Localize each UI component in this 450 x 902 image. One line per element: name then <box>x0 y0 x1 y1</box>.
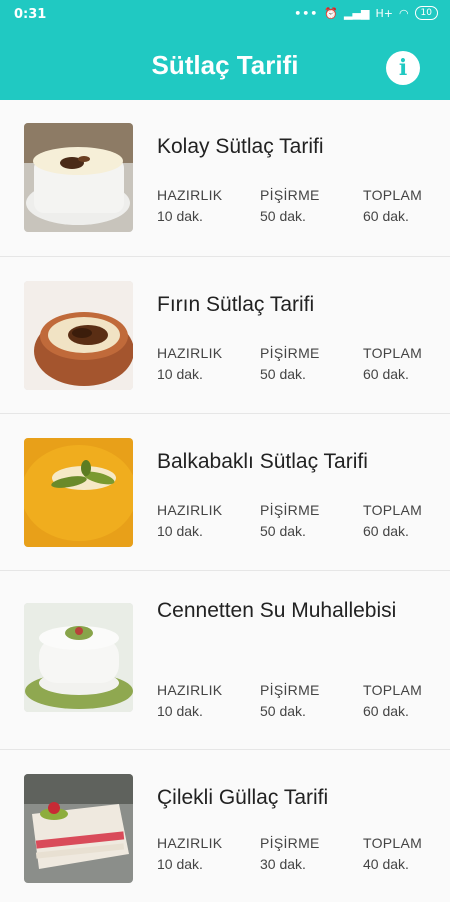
total-stat: TOPLAM 60 dak. <box>363 187 450 224</box>
recipe-image <box>24 603 133 712</box>
status-bar: 0:31 ••• ⏰ ▂▄▆ H+ ◠ 10 <box>0 0 450 32</box>
prep-stat: HAZIRLIK 10 dak. <box>157 502 260 539</box>
status-time: 0:31 <box>14 7 47 22</box>
cook-value: 50 dak. <box>260 208 306 224</box>
info-button[interactable]: i <box>386 51 420 85</box>
recipe-item[interactable]: Çilekli Güllaç Tarifi HAZIRLIK 10 dak. Pİ… <box>0 750 450 902</box>
total-label: TOPLAM <box>363 835 423 851</box>
total-label: TOPLAM <box>363 502 423 518</box>
cook-stat: PİŞİRME 30 dak. <box>260 835 363 872</box>
recipe-stats: HAZIRLIK 10 dak. PİŞİRME 50 dak. TOPLAM 60 … <box>157 502 450 539</box>
recipe-name: Cennetten Su Muhallebisi <box>157 599 397 622</box>
network-type: H+ <box>375 6 393 20</box>
battery-level: 10 <box>420 8 432 18</box>
prep-stat: HAZIRLIK 10 dak. <box>157 345 260 382</box>
prep-label: HAZIRLIK <box>157 682 223 698</box>
cook-stat: PİŞİRME 50 dak. <box>260 187 363 224</box>
prep-value: 10 dak. <box>157 208 203 224</box>
recipe-stats: HAZIRLIK 10 dak. PİŞİRME 50 dak. TOPLAM 60 … <box>157 187 450 224</box>
cook-label: PİŞİRME <box>260 187 320 203</box>
total-stat: TOPLAM 60 dak. <box>363 502 450 539</box>
recipe-name: Çilekli Güllaç Tarifi <box>157 786 329 809</box>
prep-label: HAZIRLIK <box>157 187 223 203</box>
recipe-name: Kolay Sütlaç Tarifi <box>157 135 324 158</box>
cook-value: 50 dak. <box>260 703 306 719</box>
recipe-stats: HAZIRLIK 10 dak. PİŞİRME 50 dak. TOPLAM 60 … <box>157 345 450 382</box>
recipe-image <box>24 123 133 232</box>
cook-label: PİŞİRME <box>260 835 320 851</box>
cook-value: 50 dak. <box>260 523 306 539</box>
prep-stat: HAZIRLIK 10 dak. <box>157 835 260 872</box>
recipe-item[interactable]: Kolay Sütlaç Tarifi HAZIRLIK 10 dak. PİŞİ… <box>0 100 450 257</box>
info-icon: i <box>398 55 408 81</box>
cook-label: PİŞİRME <box>260 502 320 518</box>
recipe-stats: HAZIRLIK 10 dak. PİŞİRME 50 dak. TOPLAM 60 … <box>157 682 450 719</box>
prep-value: 10 dak. <box>157 366 203 382</box>
prep-stat: HAZIRLIK 10 dak. <box>157 187 260 224</box>
recipe-name: Fırın Sütlaç Tarifi <box>157 293 315 316</box>
recipe-image <box>24 774 133 883</box>
recipe-stats: HAZIRLIK 10 dak. PİŞİRME 30 dak. TOPLAM 40 … <box>157 835 450 872</box>
wifi-icon: ◠ <box>398 6 409 20</box>
total-value: 60 dak. <box>363 208 409 224</box>
battery-icon: 10 <box>414 6 438 20</box>
cook-value: 30 dak. <box>260 856 306 872</box>
recipe-item[interactable]: Cennetten Su Muhallebisi HAZIRLIK 10 dak.… <box>0 571 450 750</box>
cook-label: PİŞİRME <box>260 345 320 361</box>
total-value: 60 dak. <box>363 366 409 382</box>
prep-label: HAZIRLIK <box>157 502 223 518</box>
cook-label: PİŞİRME <box>260 682 320 698</box>
cook-stat: PİŞİRME 50 dak. <box>260 682 363 719</box>
notification-dots-icon: ••• <box>294 6 319 20</box>
recipe-image <box>24 281 133 390</box>
total-value: 60 dak. <box>363 523 409 539</box>
cook-stat: PİŞİRME 50 dak. <box>260 345 363 382</box>
total-value: 40 dak. <box>363 856 409 872</box>
app-bar: Sütlaç Tarifi i <box>0 32 450 100</box>
page-title: Sütlaç Tarifi <box>151 50 299 80</box>
signal-icon: ▂▄▆ <box>344 6 370 20</box>
recipe-image <box>24 438 133 547</box>
total-label: TOPLAM <box>363 682 423 698</box>
prep-label: HAZIRLIK <box>157 835 223 851</box>
prep-value: 10 dak. <box>157 703 203 719</box>
total-stat: TOPLAM 40 dak. <box>363 835 450 872</box>
alarm-icon: ⏰ <box>324 6 339 20</box>
recipe-name: Balkabaklı Sütlaç Tarifi <box>157 450 368 473</box>
prep-stat: HAZIRLIK 10 dak. <box>157 682 260 719</box>
total-stat: TOPLAM 60 dak. <box>363 682 450 719</box>
total-label: TOPLAM <box>363 187 423 203</box>
cook-value: 50 dak. <box>260 366 306 382</box>
total-stat: TOPLAM 60 dak. <box>363 345 450 382</box>
recipe-list: Kolay Sütlaç Tarifi HAZIRLIK 10 dak. PİŞİ… <box>0 100 450 902</box>
recipe-item[interactable]: Fırın Sütlaç Tarifi HAZIRLIK 10 dak. PİŞİ… <box>0 257 450 414</box>
cook-stat: PİŞİRME 50 dak. <box>260 502 363 539</box>
prep-label: HAZIRLIK <box>157 345 223 361</box>
prep-value: 10 dak. <box>157 523 203 539</box>
total-label: TOPLAM <box>363 345 423 361</box>
prep-value: 10 dak. <box>157 856 203 872</box>
recipe-item[interactable]: Balkabaklı Sütlaç Tarifi HAZIRLIK 10 dak.… <box>0 414 450 571</box>
total-value: 60 dak. <box>363 703 409 719</box>
status-icons: ••• ⏰ ▂▄▆ H+ ◠ 10 <box>294 6 438 20</box>
